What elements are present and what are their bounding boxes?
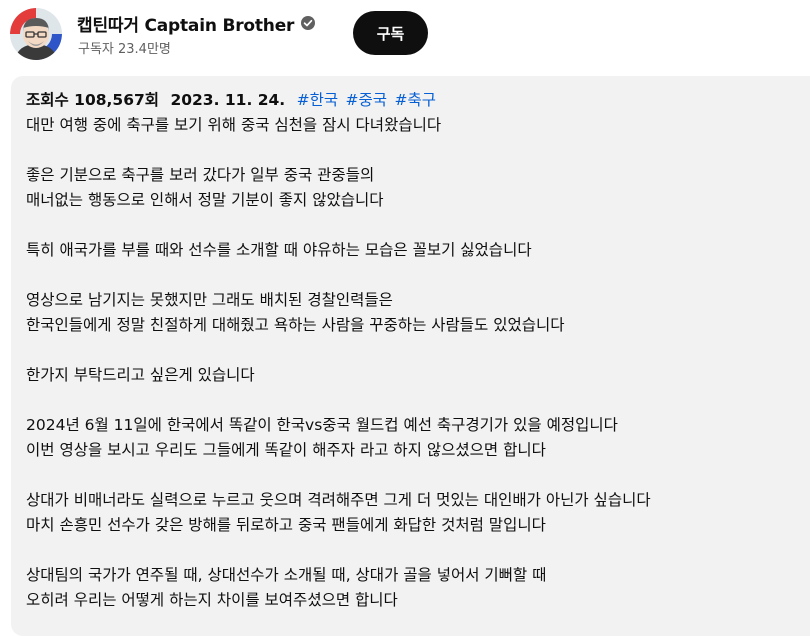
description-line: 영상으로 남기지는 못했지만 그래도 배치된 경찰인력들은 <box>26 291 393 309</box>
channel-avatar[interactable] <box>10 8 62 60</box>
description-content: 조회수 108,567회 2023. 11. 24. #한국 #중국 #축구 대… <box>26 88 806 613</box>
video-meta: 조회수 108,567회 2023. 11. 24. #한국 #중국 #축구 <box>26 88 806 113</box>
view-count: 조회수 108,567회 <box>26 91 160 109</box>
subscribe-button[interactable]: 구독 <box>353 11 428 55</box>
description-line: 좋은 기분으로 축구를 보러 갔다가 일부 중국 관중들의 <box>26 166 375 184</box>
description-line: 상대팀의 국가가 연주될 때, 상대선수가 소개될 때, 상대가 골을 넣어서 … <box>26 566 547 584</box>
avatar-illustration-icon <box>10 8 62 60</box>
upload-date: 2023. 11. 24. <box>170 91 286 109</box>
verified-icon <box>301 16 316 30</box>
description-line: 이번 영상을 보시고 우리도 그들에게 똑같이 해주자 라고 하지 않으셨으면 … <box>26 441 546 459</box>
description-line: 오히려 우리는 어떻게 하는지 차이를 보여주셨으면 합니다 <box>26 591 398 609</box>
description-line: 대만 여행 중에 축구를 보기 위해 중국 심천을 잠시 다녀왔습니다 <box>26 116 442 134</box>
subscriber-count: 구독자 23.4만명 <box>78 42 171 57</box>
description-line: 한가지 부탁드리고 싶은게 있습니다 <box>26 366 255 384</box>
description-line: 마치 손흥민 선수가 갖은 방해를 뒤로하고 중국 팬들에게 화답한 것처럼 말… <box>26 516 546 534</box>
description-line: 상대가 비매너라도 실력으로 누르고 웃으며 격려해주면 그게 더 멋있는 대인… <box>26 491 651 509</box>
channel-header: 캡틴따거 Captain Brother 구독자 23.4만명 구독 <box>0 0 810 70</box>
hashtag-link[interactable]: #한국 <box>297 91 339 109</box>
description-line: 한국인들에게 정말 친절하게 대해줬고 욕하는 사람을 꾸중하는 사람들도 있었… <box>26 316 565 334</box>
hashtag-link[interactable]: #축구 <box>394 91 436 109</box>
description-line: 매너없는 행동으로 인해서 정말 기분이 좋지 않았습니다 <box>26 191 384 209</box>
channel-name-line[interactable]: 캡틴따거 Captain Brother <box>77 10 316 36</box>
description-line: 2024년 6월 11일에 한국에서 똑같이 한국vs중국 월드컵 예선 축구경… <box>26 416 618 434</box>
channel-name[interactable]: 캡틴따거 Captain Brother <box>77 11 294 36</box>
hashtag-link[interactable]: #중국 <box>346 91 388 109</box>
description-box[interactable]: 조회수 108,567회 2023. 11. 24. #한국 #중국 #축구 대… <box>11 76 810 636</box>
description-line: 특히 애국가를 부를 때와 선수를 소개할 때 야유하는 모습은 꼴보기 싫었습… <box>26 241 532 259</box>
